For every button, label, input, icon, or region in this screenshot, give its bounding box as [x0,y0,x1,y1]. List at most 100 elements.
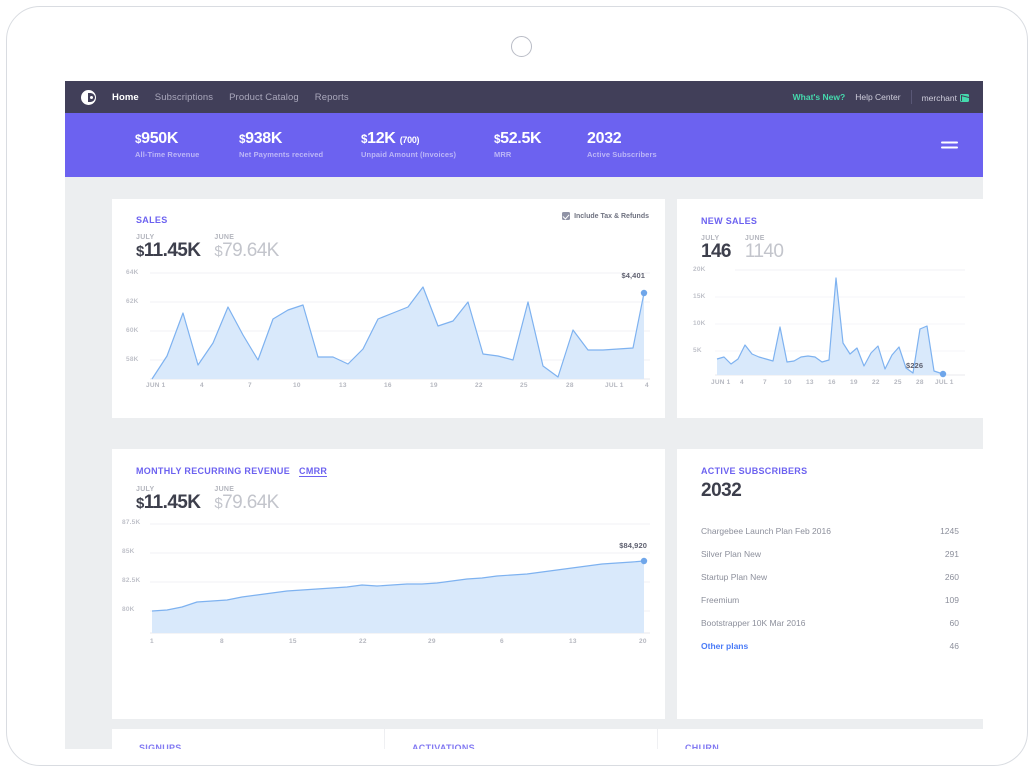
nav-link-product-catalog[interactable]: Product Catalog [229,92,299,103]
kpi-value: 2032 [587,131,657,148]
other-plans-link[interactable]: Other plans [701,641,748,651]
new-sales-endpoint-label: $226 [906,361,923,370]
new-sales-current-stat: JULY 146 [701,235,731,263]
mrr-endpoint-label: $84,920 [619,541,647,550]
stat-value: $79.64K [214,241,278,262]
churn-card-title: CHURN [685,743,983,749]
plan-count: 291 [945,549,959,559]
help-center-link[interactable]: Help Center [855,92,900,102]
sales-x-tick: 4 [645,382,649,389]
new-sales-previous-stat: JUNE 1140 [745,235,783,263]
sales-card: SALES JULY $11.45K JUNE $79.64K [112,199,665,418]
kpi-value: $950K [135,131,217,148]
kpi-net-payments-received: $938K Net Payments received [239,131,361,160]
chargebee-logo-icon[interactable] [81,90,96,105]
new-sales-x-tick: 22 [872,379,880,386]
stat-value: 1140 [745,242,783,263]
plan-name: Freemium [701,595,739,605]
mrr-y-tick: 85K [122,548,135,555]
new-sales-x-tick: 4 [740,379,744,386]
app-viewport: Home Subscriptions Product Catalog Repor… [65,81,983,749]
kpi-label: MRR [494,150,565,159]
new-sales-stat-row: JULY 146 JUNE 1140 [701,235,983,263]
sales-chart: $4,401 64K 62K 60K 58K JUN 1 4 7 10 13 1… [150,269,650,394]
device-frame: Home Subscriptions Product Catalog Repor… [6,6,1028,766]
new-sales-x-tick: 19 [850,379,858,386]
plan-count: 1245 [940,526,959,536]
merchant-badge-icon [960,94,969,102]
mrr-card-title: MONTHLY RECURRING REVENUE [136,466,290,476]
active-subscribers-total: 2032 [701,480,959,502]
new-sales-chart-svg [715,267,965,392]
kpi-label: All-Time Revenue [135,150,217,159]
mrr-x-tick: 15 [289,638,297,645]
nav-link-home[interactable]: Home [112,92,139,103]
plan-name: Startup Plan New [701,572,767,582]
mrr-chart: $84,920 87.5K 85K 82.5K 80K 1 8 15 22 29… [150,521,650,646]
sales-x-tick: JUL 1 [605,382,624,389]
mrr-previous-stat: JUNE $79.64K [214,486,278,514]
sales-x-tick: 16 [384,382,392,389]
sales-x-tick: 22 [475,382,483,389]
stat-value: 146 [701,242,731,263]
sales-y-tick: 58K [126,356,139,363]
kpi-mrr: $52.5K MRR [494,131,587,160]
top-navigation-bar: Home Subscriptions Product Catalog Repor… [65,81,983,113]
merchant-label: merchant [922,93,957,103]
cmrr-link[interactable]: CMRR [299,466,327,477]
mrr-x-tick: 1 [150,638,154,645]
new-sales-y-tick: 15K [693,293,706,300]
mrr-stat-row: JULY $11.45K JUNE $79.64K [136,486,665,514]
kpi-value: $938K [239,131,339,148]
sales-x-tick: 7 [248,382,252,389]
kpi-label: Net Payments received [239,150,339,159]
plan-count: 260 [945,572,959,582]
merchant-menu[interactable]: merchant [922,88,969,106]
mrr-y-tick: 87.5K [122,519,140,526]
list-item[interactable]: Bootstrapper 10K Mar 2016 60 [701,611,959,634]
sales-stat-row: JULY $11.45K JUNE $79.64K [136,234,665,262]
new-sales-chart: $226 20K 15K 10K 5K JUN 1 4 7 10 13 16 1… [715,267,965,392]
new-sales-x-tick: JUL 1 [935,379,954,386]
include-tax-refunds-label: Include Tax & Refunds [574,213,649,220]
new-sales-y-tick: 20K [693,266,706,273]
kpi-summary-band: $950K All-Time Revenue $938K Net Payment… [65,113,983,177]
sales-y-tick: 60K [126,327,139,334]
list-item[interactable]: Chargebee Launch Plan Feb 2016 1245 [701,519,959,542]
kpi-value: $12K (700) [361,131,472,148]
sales-current-stat: JULY $11.45K [136,234,200,262]
mrr-current-stat: JULY $11.45K [136,486,200,514]
mrr-y-tick: 82.5K [122,577,140,584]
new-sales-x-tick: 28 [916,379,924,386]
kpi-active-subscribers: 2032 Active Subscribers [587,131,679,160]
new-sales-x-tick: 10 [784,379,792,386]
plan-count: 60 [950,618,959,628]
sales-x-tick: JUN 1 [146,382,165,389]
nav-divider [911,90,912,104]
sales-x-tick: 10 [293,382,301,389]
hamburger-menu-icon[interactable] [941,140,958,151]
sales-x-tick: 13 [339,382,347,389]
active-subscribers-card: ACTIVE SUBSCRIBERS 2032 Chargebee Launch… [677,449,983,719]
signups-card: SIGNUPS JULY 146 JUNE 1140 20K 15K [112,729,384,749]
sales-endpoint-label: $4,401 [621,271,645,280]
nav-link-reports[interactable]: Reports [315,92,349,103]
list-item[interactable]: Silver Plan New 291 [701,542,959,565]
stat-value: $79.64K [214,493,278,514]
activations-card-title: ACTIVATIONS [412,743,657,749]
include-tax-refunds-checkbox-row[interactable]: Include Tax & Refunds [562,212,649,220]
list-item[interactable]: Startup Plan New 260 [701,565,959,588]
signups-card-title: SIGNUPS [139,743,384,749]
kpi-all-time-revenue: $950K All-Time Revenue [135,131,239,160]
whats-new-link[interactable]: What's New? [793,92,846,102]
mrr-title-row: MONTHLY RECURRING REVENUE CMRR [136,466,665,477]
plan-count: 46 [950,641,959,651]
list-item[interactable]: Freemium 109 [701,588,959,611]
new-sales-x-tick: JUN 1 [711,379,730,386]
nav-link-subscriptions[interactable]: Subscriptions [155,92,213,103]
checkbox-checked-icon[interactable] [562,212,570,220]
sales-x-tick: 4 [200,382,204,389]
list-item-other-plans[interactable]: Other plans 46 [701,634,959,657]
sales-x-tick: 25 [520,382,528,389]
active-subscribers-title: ACTIVE SUBSCRIBERS [701,466,959,476]
